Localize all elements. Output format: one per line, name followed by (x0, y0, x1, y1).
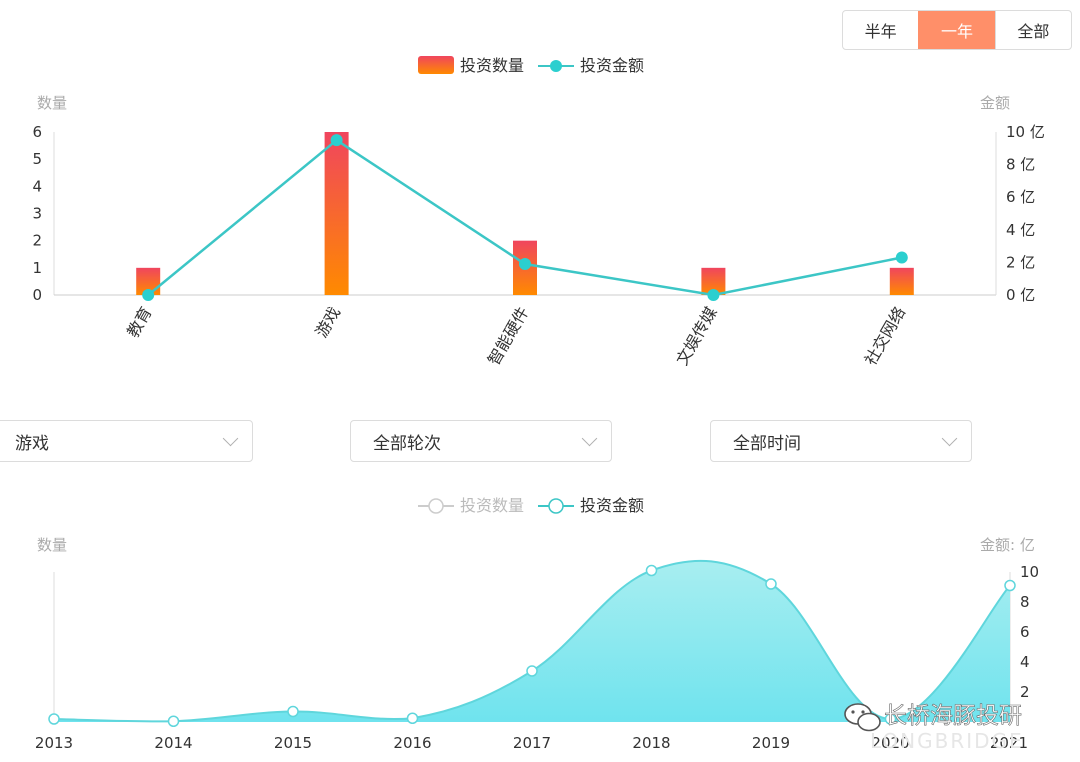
time-dropdown[interactable]: 全部时间 (710, 420, 972, 462)
amount-point[interactable] (406, 712, 419, 724)
y-left-tick-label: 5 (32, 150, 42, 168)
x-category-label: 社交网络 (861, 304, 909, 369)
range-tab-one-year[interactable]: 一年 (918, 11, 995, 49)
legend-line-dot[interactable] (550, 60, 562, 72)
time-range-selector: 半年 一年 全部 (842, 10, 1072, 50)
y-right-axis-title: 金额 (980, 94, 1010, 112)
yearly-investment-chart: 投资数量 投资金额 数量 金额: 亿 2 4 6 8 10 2013 2014 2015 20… (35, 496, 1039, 753)
amount-area (54, 560, 1010, 722)
time-dropdown-value: 全部时间 (733, 433, 801, 454)
round-dropdown[interactable]: 全部轮次 (350, 420, 612, 462)
amount-point[interactable] (167, 715, 180, 727)
x-year-label: 2015 (274, 734, 312, 752)
legend-amount-dot[interactable] (548, 498, 564, 514)
y-left-tick-label: 3 (32, 205, 42, 223)
legend-bar-swatch[interactable] (418, 56, 454, 74)
legend-amount-label[interactable]: 投资金额 (580, 56, 644, 75)
y-right-axis-title: 金额: 亿 (980, 536, 1035, 554)
y-right-tick-label: 2 (1020, 683, 1030, 701)
wechat-icon (844, 703, 881, 732)
industry-dropdown-value: 游戏 (15, 433, 49, 454)
chevron-down-icon (222, 430, 239, 446)
x-category-label: 教育 (123, 304, 155, 341)
chevron-down-icon (581, 430, 598, 446)
amount-point[interactable] (765, 578, 777, 590)
y-right-tick-label: 4 亿 (1006, 221, 1035, 239)
legend-count-label[interactable]: 投资数量 (460, 56, 524, 75)
y-left-tick-label: 4 (32, 177, 42, 195)
amount-point[interactable] (1004, 579, 1016, 592)
x-year-label: 2016 (393, 734, 431, 752)
x-year-label: 2017 (513, 734, 551, 752)
amount-point[interactable] (645, 564, 658, 577)
x-year-label: 2019 (752, 734, 790, 752)
chart2-legend: 投资数量 投资金额 (418, 496, 644, 515)
y-right-tick-label: 10 亿 (1006, 123, 1045, 141)
amount-point[interactable] (330, 134, 343, 147)
legend-amount-label[interactable]: 投资金额 (580, 496, 644, 515)
x-category-label: 智能硬件 (484, 304, 532, 369)
y-left-tick-label: 2 (32, 232, 42, 250)
y-right-tick-label: 10 (1020, 563, 1039, 581)
count-bar[interactable] (324, 132, 349, 295)
x-year-label: 2014 (154, 734, 192, 752)
chevron-down-icon (941, 430, 958, 446)
amount-point[interactable] (519, 258, 531, 271)
y-right-tick-label: 0 亿 (1006, 286, 1035, 304)
y-right-tick-label: 6 亿 (1006, 188, 1035, 206)
y-left-axis-title: 数量 (37, 536, 67, 554)
y-right-tick-label: 4 (1020, 653, 1030, 671)
industry-dropdown[interactable]: 游戏 (0, 420, 253, 462)
x-category-label: 游戏 (312, 304, 344, 341)
amount-point[interactable] (895, 251, 908, 264)
chart1-legend: 投资数量 投资金额 (418, 56, 644, 75)
x-category-label: 文娱传媒 (672, 304, 720, 369)
y-right-tick-label: 6 (1020, 623, 1030, 641)
industry-investment-chart: 投资数量 投资金额 数量 金额 0 1 2 3 4 5 6 0 亿 2 亿 4 亿 6 亿 8 亿 1… (32, 56, 1045, 369)
watermark: LONGBRIDGE 长桥海豚投研 (844, 703, 1024, 753)
round-dropdown-value: 全部轮次 (373, 433, 441, 454)
y-right-tick-label: 8 (1020, 593, 1030, 611)
count-bar[interactable] (889, 267, 914, 295)
watermark-faint-text: LONGBRIDGE (870, 729, 1024, 753)
y-left-tick-label: 6 (32, 123, 42, 141)
amount-point[interactable] (48, 713, 60, 725)
x-year-label: 2013 (35, 734, 73, 752)
y-right-tick-label: 2 亿 (1006, 253, 1035, 271)
amount-point[interactable] (707, 289, 720, 301)
x-year-label: 2018 (632, 734, 670, 752)
amount-point[interactable] (287, 705, 299, 718)
y-left-axis-title: 数量 (37, 94, 67, 112)
amount-point[interactable] (526, 665, 538, 677)
y-left-tick-label: 1 (32, 259, 42, 277)
watermark-text: 长桥海豚投研 (884, 703, 1022, 729)
range-tab-all[interactable]: 全部 (994, 11, 1071, 49)
y-right-tick-label: 8 亿 (1006, 156, 1035, 174)
range-tab-half-year[interactable]: 半年 (843, 11, 918, 49)
legend-count-dot[interactable] (428, 498, 444, 514)
y-left-tick-label: 0 (32, 286, 42, 304)
legend-count-label[interactable]: 投资数量 (460, 496, 524, 515)
amount-point[interactable] (142, 289, 155, 301)
